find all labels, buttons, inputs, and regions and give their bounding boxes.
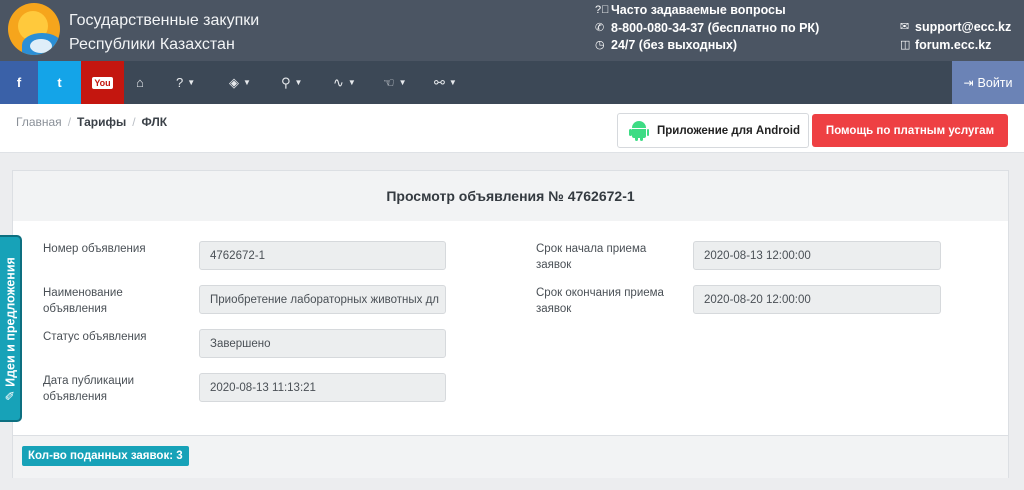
label-announcement-name: Наименование объявления <box>43 287 123 315</box>
breadcrumb-tariffs[interactable]: Тарифы <box>77 115 126 129</box>
label-announcement-number: Номер объявления <box>43 243 146 255</box>
nav-links-menu[interactable]: ⚯ ▼ <box>434 61 457 104</box>
breadcrumb-home[interactable]: Главная <box>16 115 62 129</box>
panel-footer: Кол-во поданных заявок: 3 <box>13 435 1008 478</box>
caret-down-icon: ▼ <box>294 78 303 87</box>
nav-layers-menu[interactable]: ◈ ▼ <box>229 61 251 104</box>
field-announcement-name[interactable]: Приобретение лабораторных животных дл <box>199 285 446 314</box>
site-title-line1: Государственные закупки <box>69 12 260 29</box>
nav-hand-menu[interactable]: ☜ ▼ <box>383 61 407 104</box>
nav-analytics-menu[interactable]: ∿ ▼ <box>333 61 356 104</box>
hours-row: ◷ 24/7 (без выходных) <box>595 37 819 55</box>
ideas-feedback-text: Идеи и предложения <box>3 256 17 387</box>
envelope-icon: ✉ <box>900 21 910 33</box>
ideas-feedback-label: ✎ Идеи и предложения <box>2 257 17 401</box>
forum-icon: ◫ <box>900 38 911 51</box>
login-label: Войти <box>977 75 1013 90</box>
nav-help-menu[interactable]: ? ▼ <box>176 61 195 104</box>
android-icon <box>629 120 649 141</box>
youtube-icon: You <box>92 76 113 89</box>
email-forum: ✉ support@ecc.kz ◫ forum.ecc.kz <box>900 19 1011 54</box>
hours-text: 24/7 (без выходных) <box>611 38 738 52</box>
nav-search-menu[interactable]: ⚲ ▼ <box>281 61 302 104</box>
breadcrumb-current: ФЛК <box>141 115 168 129</box>
caret-down-icon: ▼ <box>398 78 407 87</box>
faq-link[interactable]: ?⃝ Часто задаваемые вопросы <box>595 2 819 20</box>
paid-services-help-button[interactable]: Помощь по платным услугам <box>812 114 1008 147</box>
site-title[interactable]: Государственные закупки Республики Казах… <box>69 9 259 57</box>
clock-icon: ◷ <box>595 39 605 51</box>
caret-down-icon: ▼ <box>243 78 251 87</box>
field-end-date[interactable]: 2020-08-20 12:00:00 <box>693 285 941 314</box>
layers-icon: ◈ <box>229 74 239 90</box>
applications-count-badge: Кол-во поданных заявок: 3 <box>22 446 189 466</box>
question-circle-icon: ?⃝ <box>595 4 610 16</box>
facebook-icon: f <box>16 75 22 90</box>
twitter-icon: t <box>57 75 62 90</box>
announcement-panel: Просмотр объявления № 4762672-1 Номер об… <box>12 170 1009 478</box>
youtube-button[interactable]: You <box>81 61 124 104</box>
search-icon: ⚲ <box>281 74 291 90</box>
login-button[interactable]: ⇥ Войти <box>952 61 1024 104</box>
field-start-date[interactable]: 2020-08-13 12:00:00 <box>693 241 941 270</box>
chart-icon: ∿ <box>333 74 344 90</box>
caret-down-icon: ▼ <box>347 78 356 87</box>
faq-label: Часто задаваемые вопросы <box>611 3 786 17</box>
top-header: Государственные закупки Республики Казах… <box>0 0 1024 61</box>
forum-text: forum.ecc.kz <box>915 37 992 52</box>
lightbulb-icon: ✎ <box>3 386 17 401</box>
label-announcement-status: Статус объявления <box>43 331 147 343</box>
site-title-line2: Республики Казахстан <box>69 36 235 53</box>
caret-down-icon: ▼ <box>448 78 457 87</box>
field-announcement-status[interactable]: Завершено <box>199 329 446 358</box>
label-publication-date: Дата публикации объявления <box>43 375 135 403</box>
twitter-button[interactable]: t <box>38 61 81 104</box>
panel-title: Просмотр объявления № 4762672-1 <box>13 171 1008 221</box>
logo-ornament-inner <box>30 39 52 53</box>
field-announcement-number[interactable]: 4762672-1 <box>199 241 446 270</box>
forum-link[interactable]: ◫ forum.ecc.kz <box>900 37 1011 55</box>
field-publication-date[interactable]: 2020-08-13 11:13:21 <box>199 373 446 402</box>
navbar: f t You ⌂ ? ▼ ◈ ▼ ⚲ ▼ ∿ ▼ ☜ ▼ ⚯ ▼ ⇥ Войт… <box>0 61 1024 104</box>
ideas-feedback-tab[interactable]: ✎ Идеи и предложения <box>0 235 22 422</box>
paid-services-help-label: Помощь по платным услугам <box>825 124 995 137</box>
hand-icon: ☜ <box>383 74 395 90</box>
phone-row[interactable]: ✆ 8-800-080-34-37 (бесплатно по РК) <box>595 20 819 38</box>
phone-icon: ✆ <box>595 21 605 34</box>
question-icon: ? <box>176 75 184 90</box>
home-icon: ⌂ <box>136 75 144 90</box>
facebook-button[interactable]: f <box>0 61 38 104</box>
breadcrumb-separator: / <box>132 115 136 129</box>
logo[interactable] <box>8 3 60 55</box>
caret-down-icon: ▼ <box>187 78 196 87</box>
label-start-date: Срок начала приема заявок <box>536 243 647 271</box>
breadcrumb-separator: / <box>67 115 72 129</box>
nav-home[interactable]: ⌂ <box>136 61 144 104</box>
breadcrumb-bar: Главная / Тарифы / ФЛК Приложение для Androi… <box>0 104 1024 153</box>
email-text: support@ecc.kz <box>915 20 1012 34</box>
label-end-date: Срок окончания приема заявок <box>536 287 664 315</box>
android-app-button[interactable]: Приложение для Android <box>617 113 809 148</box>
breadcrumb: Главная / Тарифы / ФЛК <box>16 115 167 129</box>
help-contacts: ?⃝ Часто задаваемые вопросы ✆ 8-800-080-… <box>595 2 819 55</box>
sign-in-icon: ⇥ <box>963 75 974 90</box>
email-link[interactable]: ✉ support@ecc.kz <box>900 19 1011 37</box>
link-icon: ⚯ <box>434 74 445 90</box>
phone-number: 8-800-080-34-37 (бесплатно по РК) <box>611 20 820 35</box>
android-app-label: Приложение для Android <box>657 124 800 137</box>
